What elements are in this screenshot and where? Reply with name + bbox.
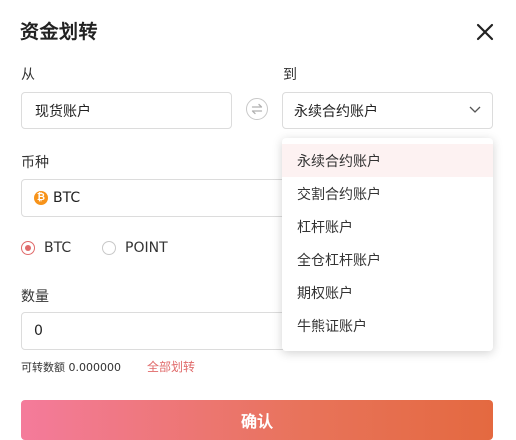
- bitcoin-icon: ₿: [34, 191, 48, 205]
- dropdown-option[interactable]: 杠杆账户: [282, 210, 493, 243]
- swap-arrows-icon[interactable]: [251, 103, 263, 115]
- radio-point[interactable]: POINT: [102, 240, 168, 256]
- currency-label: 币种: [21, 155, 49, 171]
- dropdown-option[interactable]: 全仓杠杆账户: [282, 243, 493, 276]
- swap-button[interactable]: [246, 98, 268, 120]
- chevron-down-icon: [469, 106, 481, 113]
- amount-input[interactable]: 0: [21, 312, 321, 350]
- dropdown-option[interactable]: 期权账户: [282, 276, 493, 309]
- to-account-select[interactable]: 永续合约账户: [282, 92, 493, 129]
- to-label: 到: [283, 67, 297, 83]
- available-amount: 可转数额 0.000000: [21, 361, 121, 374]
- from-account-value: 现货账户: [35, 103, 91, 120]
- amount-value: 0: [34, 323, 43, 339]
- from-label: 从: [21, 67, 35, 83]
- dropdown-option[interactable]: 交割合约账户: [282, 177, 493, 210]
- to-account-dropdown: 永续合约账户 交割合约账户 杠杆账户 全仓杠杆账户 期权账户 牛熊证账户: [282, 138, 493, 351]
- radio-btc[interactable]: BTC: [21, 240, 71, 256]
- dropdown-option[interactable]: 永续合约账户: [282, 144, 493, 177]
- to-account-value: 永续合约账户: [294, 103, 378, 120]
- transfer-all-link[interactable]: 全部划转: [147, 358, 195, 375]
- radio-point-indicator[interactable]: [102, 241, 116, 255]
- amount-label: 数量: [21, 289, 49, 305]
- close-icon[interactable]: [473, 20, 497, 44]
- dropdown-option[interactable]: 牛熊证账户: [282, 309, 493, 342]
- from-account-select[interactable]: 现货账户: [21, 92, 232, 129]
- radio-btc-label: BTC: [44, 240, 72, 256]
- dialog-title: 资金划转: [20, 21, 99, 43]
- close-button[interactable]: [473, 20, 497, 44]
- radio-btc-indicator[interactable]: [21, 241, 35, 255]
- currency-value: BTC: [53, 190, 81, 206]
- currency-select[interactable]: ₿ BTC: [21, 179, 321, 217]
- confirm-button[interactable]: 确认: [21, 400, 493, 440]
- radio-point-label: POINT: [125, 240, 168, 256]
